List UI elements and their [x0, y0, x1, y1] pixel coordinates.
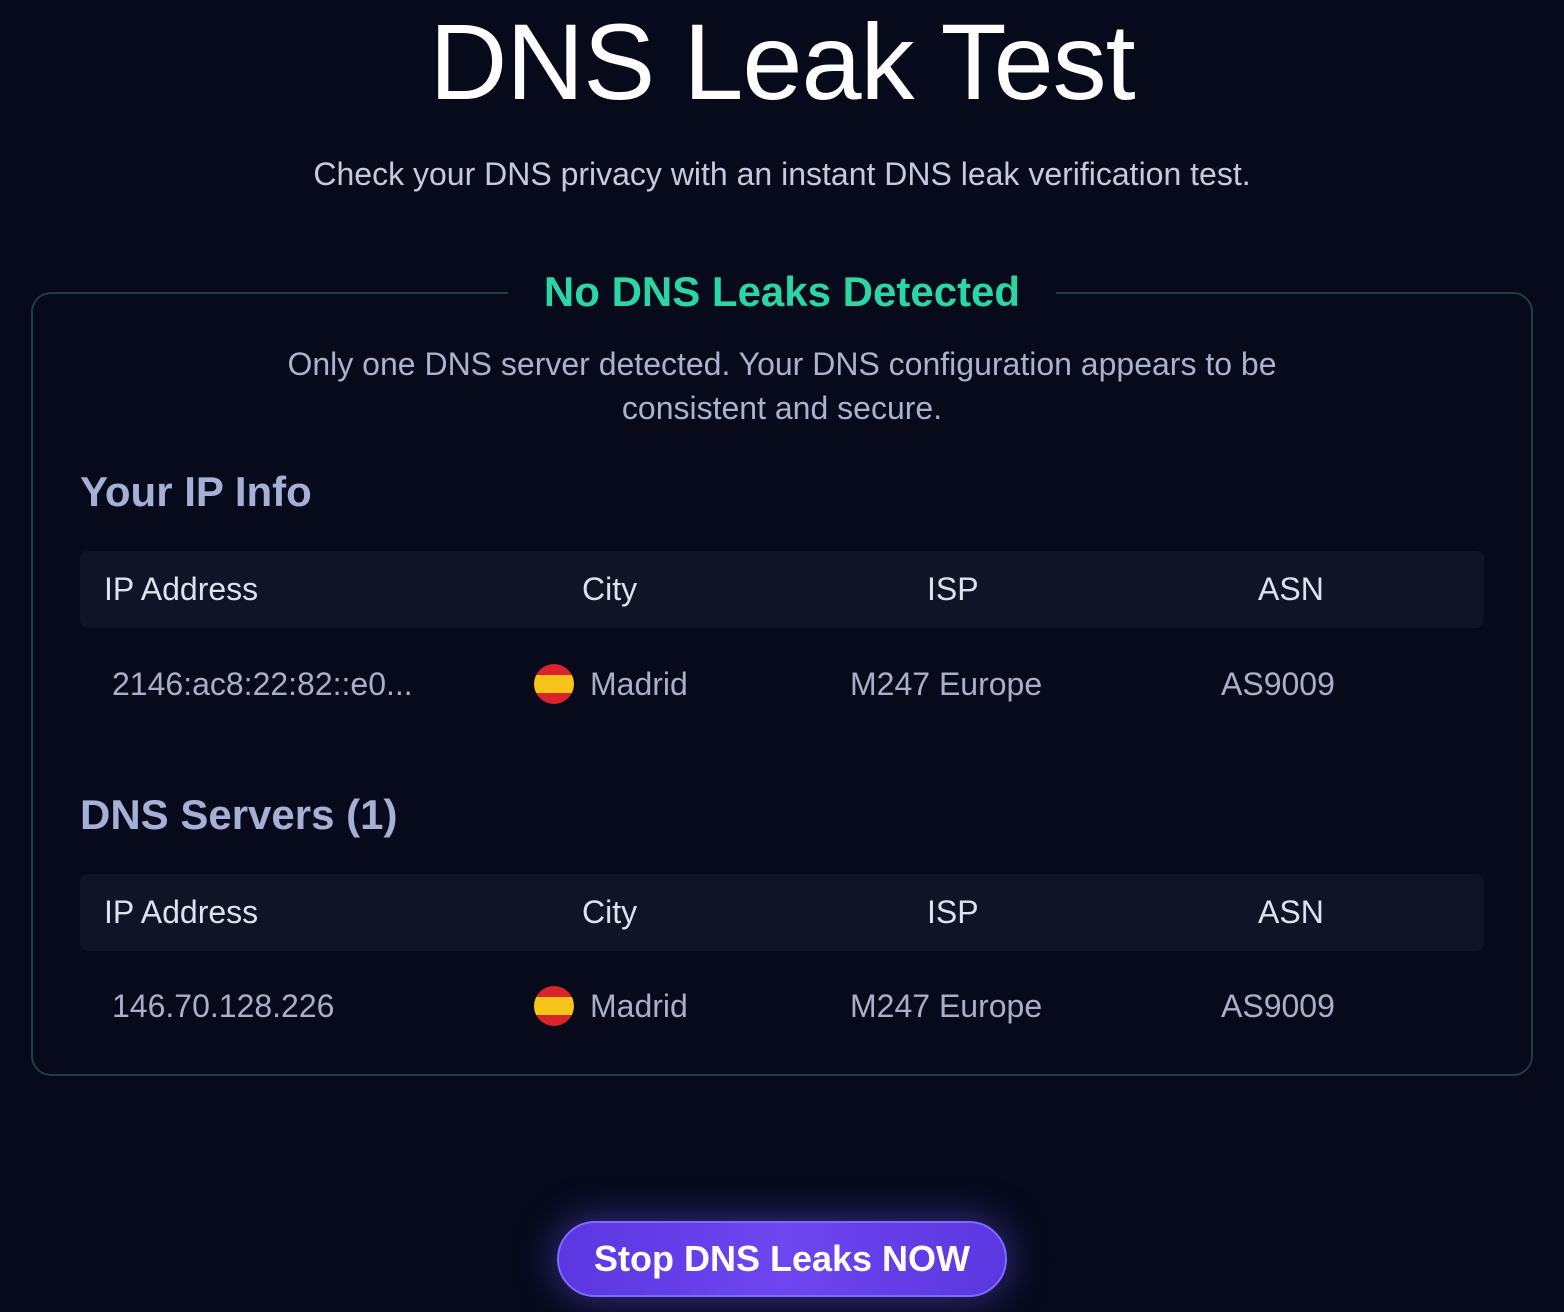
dns-servers-table-header: IP Address City ISP ASN — [80, 874, 1484, 951]
ip-info-table-header: IP Address City ISP ASN — [80, 551, 1484, 628]
spain-flag-icon — [534, 986, 574, 1026]
column-header-city: City — [582, 894, 638, 930]
ip-address-value: 2146:ac8:22:82::e0... — [112, 666, 413, 702]
page-title: DNS Leak Test — [429, 1, 1135, 122]
page: DNS Leak Test Check your DNS privacy wit… — [0, 0, 1564, 1312]
column-header-asn: ASN — [1258, 894, 1324, 930]
city-value: Madrid — [590, 988, 688, 1024]
asn-value: AS9009 — [1221, 988, 1335, 1024]
city-value: Madrid — [590, 666, 688, 702]
spain-flag-icon — [534, 664, 574, 704]
column-header-city: City — [582, 571, 638, 607]
ip-info-row: 2146:ac8:22:82::e0... Madrid M247 Europe… — [80, 649, 1484, 719]
dns-servers-heading: DNS Servers (1) — [80, 791, 398, 838]
status-description: Only one DNS server detected. Your DNS c… — [287, 346, 1277, 426]
column-header-asn: ASN — [1258, 571, 1324, 607]
column-header-ip-address: IP Address — [104, 571, 259, 607]
isp-value: M247 Europe — [850, 988, 1043, 1024]
isp-value: M247 Europe — [850, 666, 1043, 702]
asn-value: AS9009 — [1221, 666, 1335, 702]
column-header-isp: ISP — [927, 894, 979, 930]
ip-info-heading: Your IP Info — [80, 468, 312, 515]
page-subtitle: Check your DNS privacy with an instant D… — [313, 156, 1251, 192]
dns-server-row: 146.70.128.226 Madrid M247 Europe AS9009 — [80, 971, 1484, 1041]
status-title: No DNS Leaks Detected — [508, 264, 1056, 320]
stop-dns-leaks-button[interactable]: Stop DNS Leaks NOW — [557, 1221, 1007, 1297]
ip-address-value: 146.70.128.226 — [112, 988, 335, 1024]
column-header-ip-address: IP Address — [104, 894, 259, 930]
column-header-isp: ISP — [927, 571, 979, 607]
